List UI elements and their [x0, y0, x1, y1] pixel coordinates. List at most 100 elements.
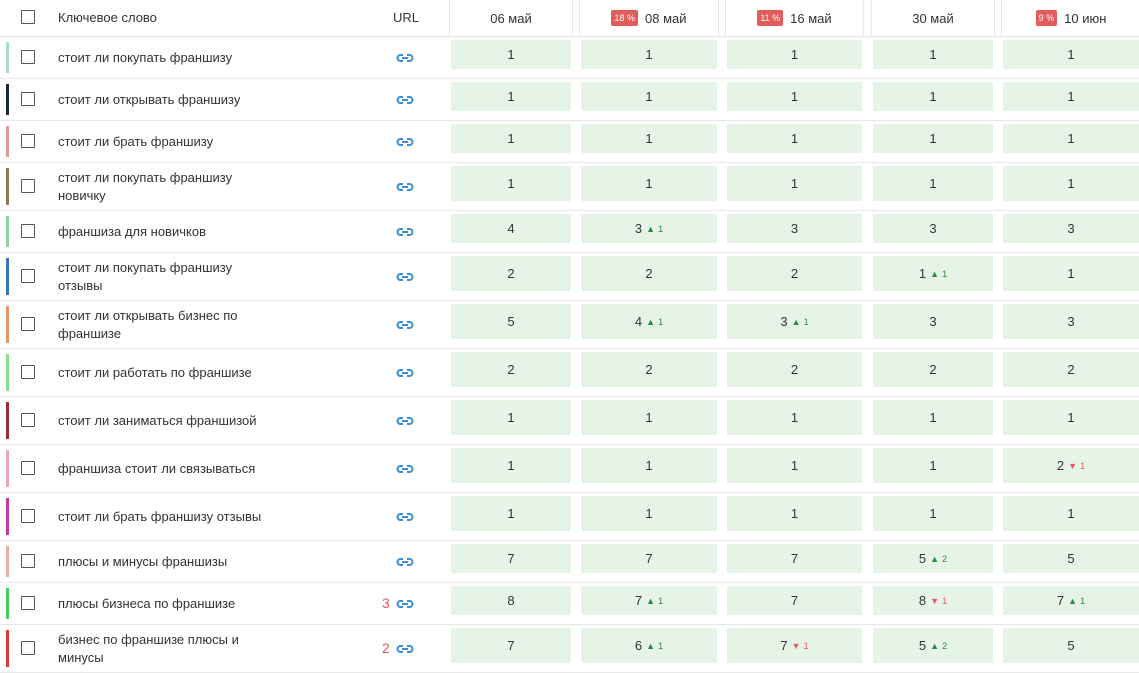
position-cell[interactable]: 1: [451, 40, 571, 69]
row-checkbox[interactable]: [21, 224, 35, 238]
position-cell[interactable]: 1: [581, 124, 717, 153]
position-cell[interactable]: 3: [1003, 304, 1139, 339]
position-cell[interactable]: 1: [727, 400, 862, 435]
position-cell[interactable]: 1: [873, 496, 993, 531]
link-icon[interactable]: [396, 463, 414, 475]
position-cell[interactable]: 1: [451, 496, 571, 531]
row-checkbox[interactable]: [21, 413, 35, 427]
position-cell[interactable]: 1: [1003, 496, 1139, 531]
position-cell[interactable]: 7 ▼ 1: [727, 628, 862, 663]
position-cell[interactable]: 8: [451, 586, 571, 615]
position-cell[interactable]: 1: [581, 40, 717, 69]
position-cell[interactable]: 1: [1003, 400, 1139, 435]
position-cell[interactable]: 7: [727, 544, 862, 573]
position-cell[interactable]: 7 ▲ 1: [581, 586, 717, 615]
row-checkbox[interactable]: [21, 317, 35, 331]
position-cell[interactable]: 2: [581, 256, 717, 291]
row-checkbox[interactable]: [21, 269, 35, 283]
link-icon[interactable]: [396, 94, 414, 106]
link-icon[interactable]: [396, 556, 414, 568]
position-cell[interactable]: 1: [581, 166, 717, 201]
url-count[interactable]: 2: [382, 640, 390, 656]
position-cell[interactable]: 2: [451, 256, 571, 291]
link-icon[interactable]: [396, 181, 414, 193]
position-cell[interactable]: 3 ▲ 1: [727, 304, 862, 339]
link-icon[interactable]: [396, 643, 414, 655]
position-cell[interactable]: 1: [1003, 166, 1139, 201]
position-cell[interactable]: 5 ▲ 2: [873, 628, 993, 663]
position-cell[interactable]: 1: [873, 82, 993, 111]
date-column-header[interactable]: 9 % 10 июн: [1001, 0, 1139, 36]
url-count[interactable]: 3: [382, 595, 390, 611]
position-cell[interactable]: 1: [1003, 256, 1139, 291]
position-cell[interactable]: 3: [727, 214, 862, 243]
position-cell[interactable]: 1: [1003, 82, 1139, 111]
position-cell[interactable]: 7: [581, 544, 717, 573]
position-cell[interactable]: 1: [873, 448, 993, 483]
position-cell[interactable]: 1: [727, 124, 862, 153]
position-cell[interactable]: 3: [873, 214, 993, 243]
keyword-column-header[interactable]: Ключевое слово: [58, 10, 157, 25]
position-cell[interactable]: 1: [727, 166, 862, 201]
row-checkbox[interactable]: [21, 365, 35, 379]
link-icon[interactable]: [396, 598, 414, 610]
position-cell[interactable]: 2: [727, 256, 862, 291]
position-cell[interactable]: 5: [1003, 628, 1139, 663]
position-cell[interactable]: 8 ▼ 1: [873, 586, 993, 615]
position-cell[interactable]: 5 ▲ 2: [873, 544, 993, 573]
position-cell[interactable]: 1: [873, 400, 993, 435]
position-cell[interactable]: 3: [1003, 214, 1139, 243]
position-cell[interactable]: 1: [581, 400, 717, 435]
row-checkbox[interactable]: [21, 596, 35, 610]
position-cell[interactable]: 1: [1003, 124, 1139, 153]
row-checkbox[interactable]: [21, 554, 35, 568]
position-cell[interactable]: 5: [1003, 544, 1139, 573]
position-cell[interactable]: 1: [873, 124, 993, 153]
position-cell[interactable]: 7: [727, 586, 862, 615]
link-icon[interactable]: [396, 136, 414, 148]
position-cell[interactable]: 2: [727, 352, 862, 387]
position-cell[interactable]: 1 ▲ 1: [873, 256, 993, 291]
position-cell[interactable]: 1: [727, 82, 862, 111]
link-icon[interactable]: [396, 319, 414, 331]
position-cell[interactable]: 7: [451, 544, 571, 573]
position-cell[interactable]: 1: [581, 448, 717, 483]
link-icon[interactable]: [396, 511, 414, 523]
date-column-header[interactable]: 30 май: [871, 0, 995, 36]
position-cell[interactable]: 1: [451, 124, 571, 153]
position-cell[interactable]: 1: [451, 82, 571, 111]
position-cell[interactable]: 1: [727, 496, 862, 531]
position-cell[interactable]: 1: [873, 40, 993, 69]
position-cell[interactable]: 1: [451, 166, 571, 201]
position-cell[interactable]: 4 ▲ 1: [581, 304, 717, 339]
row-checkbox[interactable]: [21, 92, 35, 106]
position-cell[interactable]: 1: [727, 40, 862, 69]
date-column-header[interactable]: 18 % 08 май: [579, 0, 719, 36]
position-cell[interactable]: 4: [451, 214, 571, 243]
date-column-header[interactable]: 11 % 16 май: [725, 0, 864, 36]
position-cell[interactable]: 2: [873, 352, 993, 387]
position-cell[interactable]: 2 ▼ 1: [1003, 448, 1139, 483]
row-checkbox[interactable]: [21, 641, 35, 655]
link-icon[interactable]: [396, 52, 414, 64]
row-checkbox[interactable]: [21, 461, 35, 475]
position-cell[interactable]: 3: [873, 304, 993, 339]
position-cell[interactable]: 1: [873, 166, 993, 201]
position-cell[interactable]: 1: [451, 448, 571, 483]
position-cell[interactable]: 2: [451, 352, 571, 387]
position-cell[interactable]: 1: [581, 496, 717, 531]
position-cell[interactable]: 2: [1003, 352, 1139, 387]
position-cell[interactable]: 2: [581, 352, 717, 387]
row-checkbox[interactable]: [21, 134, 35, 148]
link-icon[interactable]: [396, 367, 414, 379]
position-cell[interactable]: 1: [1003, 40, 1139, 69]
position-cell[interactable]: 7 ▲ 1: [1003, 586, 1139, 615]
date-column-header[interactable]: 06 май: [449, 0, 573, 36]
position-cell[interactable]: 1: [451, 400, 571, 435]
link-icon[interactable]: [396, 415, 414, 427]
row-checkbox[interactable]: [21, 179, 35, 193]
link-icon[interactable]: [396, 226, 414, 238]
position-cell[interactable]: 1: [581, 82, 717, 111]
link-icon[interactable]: [396, 271, 414, 283]
position-cell[interactable]: 1: [727, 448, 862, 483]
